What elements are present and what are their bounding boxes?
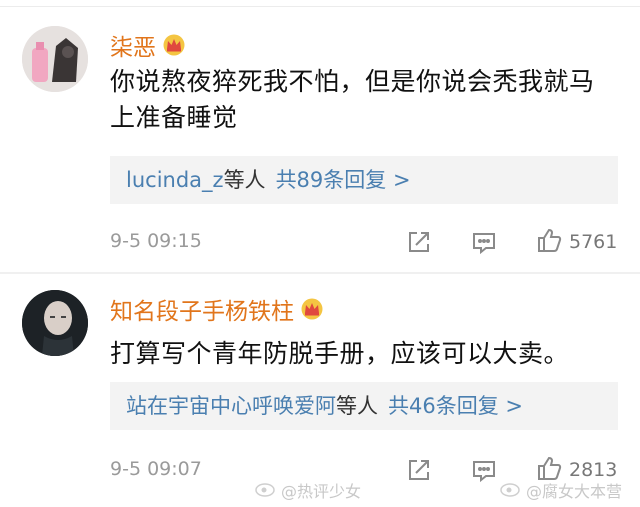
reply-suffix: 等人 [223,168,266,192]
like-count: 5761 [569,231,618,253]
crown-badge-icon [300,298,324,320]
replies-preview[interactable]: 站在宇宙中心呼唤爱阿等人 共46条回复 > [110,382,618,430]
reply-count-link[interactable]: 共46条回复 > [388,394,523,418]
watermark: @热评少女 [255,478,361,502]
replies-preview[interactable]: lucinda_z等人 共89条回复 > [110,156,618,204]
watermark-text: @热评少女 [281,482,362,501]
comment-text: 你说熬夜猝死我不怕，但是你说会秃我就马上准备睡觉 [110,67,595,132]
comment-item: 知名段子手杨铁柱 打算写个青年防脱手册，应该可以大卖。 站在宇宙中心呼唤爱阿等人… [0,274,640,507]
username[interactable]: 知名段子手杨铁柱 [110,292,324,326]
watermark: @腐女大本营 [500,478,622,502]
username[interactable]: 柒恶 [110,28,186,62]
reply-user-link[interactable]: lucinda_z [126,168,224,192]
username-text[interactable]: 知名段子手杨铁柱 [110,292,294,326]
weibo-logo-icon [500,479,522,501]
reply-suffix: 等人 [336,394,378,418]
comment-text: 打算写个青年防脱手册，应该可以大卖。 [110,339,570,368]
share-icon[interactable] [405,454,433,486]
timestamp: 9-5 09:07 [110,458,202,480]
comment-icon[interactable] [470,226,498,258]
comment-icon[interactable] [470,454,498,486]
avatar[interactable] [22,26,88,92]
like-button[interactable]: 5761 [535,226,617,258]
avatar[interactable] [22,290,88,356]
comment-item: 柒恶 你说熬夜猝死我不怕，但是你说会秃我就马上准备睡觉 lucinda_z等人共… [0,0,640,272]
username-text[interactable]: 柒恶 [110,28,156,62]
watermark-text: @腐女大本营 [526,482,623,501]
reply-user-link[interactable]: 站在宇宙中心呼唤爱阿 [126,394,336,418]
share-icon[interactable] [405,226,433,258]
reply-count-link[interactable]: 共89条回复 > [276,168,411,192]
thumbs-up-icon [535,226,563,258]
timestamp: 9-5 09:15 [110,230,202,252]
crown-badge-icon [162,34,186,56]
weibo-logo-icon [255,479,277,501]
comment-footer: 9-5 09:15 5761 [0,222,640,262]
